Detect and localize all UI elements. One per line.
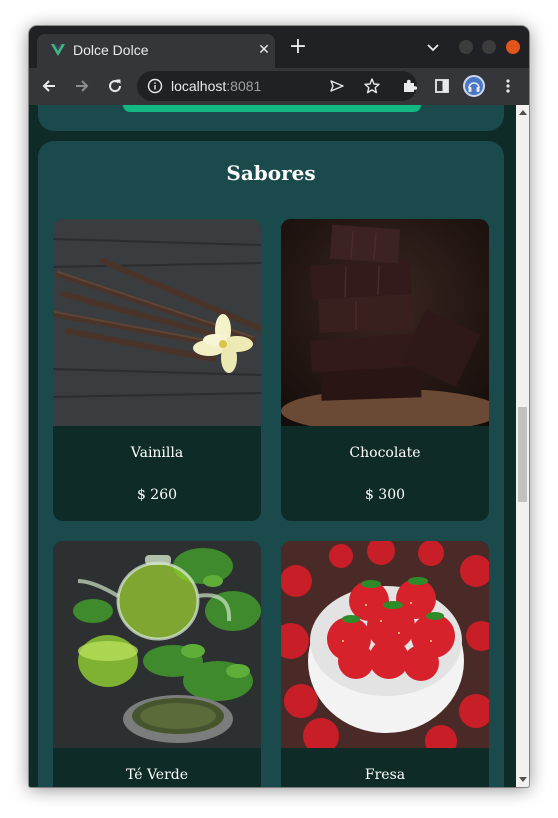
maximize-button[interactable] [482, 40, 496, 54]
section-title: Sabores [226, 161, 316, 185]
tab-title: Dolce Dolce [73, 42, 149, 58]
flavor-name: Chocolate [349, 445, 421, 461]
vertical-scrollbar[interactable] [516, 105, 529, 787]
previous-section [38, 105, 504, 131]
url-host: localhost [171, 78, 227, 94]
strawberry-image [281, 541, 489, 748]
tab-dolce-dolce[interactable]: Dolce Dolce ✕ [37, 34, 275, 68]
forward-arrow-icon[interactable] [73, 77, 91, 95]
flavor-price: $ 300 [364, 487, 406, 503]
flavor-name: Té Verde [125, 767, 189, 783]
vue-icon [51, 44, 65, 56]
flavor-name: Fresa [364, 767, 406, 783]
minimize-button[interactable] [459, 40, 473, 54]
previous-section-button[interactable] [123, 105, 421, 112]
bookmark-star-icon[interactable] [363, 77, 381, 95]
chevron-down-icon[interactable] [425, 39, 441, 55]
flavor-card-chocolate[interactable]: Chocolate $ 300 [281, 219, 489, 521]
chocolate-image [281, 219, 489, 426]
scroll-thumb[interactable] [518, 407, 527, 502]
send-icon[interactable] [329, 78, 345, 94]
back-arrow-icon[interactable] [40, 77, 58, 95]
flavor-name: Vainilla [130, 445, 184, 461]
url-port: :8081 [226, 78, 262, 94]
info-icon[interactable] [147, 78, 163, 94]
reload-icon[interactable] [106, 77, 124, 95]
profile-avatar[interactable] [463, 75, 485, 97]
flavor-card-te-verde[interactable]: Té Verde [53, 541, 261, 787]
flavor-card-fresa[interactable]: Fresa [281, 541, 489, 787]
close-window-button[interactable] [506, 40, 520, 54]
page-viewport: Sabores Vainilla $ 260 Chocolate $ 300 T… [29, 105, 516, 787]
tab-strip: Dolce Dolce ✕ + [29, 26, 529, 68]
new-tab-button[interactable]: + [287, 36, 309, 58]
profile-headphones-icon [468, 82, 480, 92]
vanilla-image [53, 219, 261, 426]
flavors-section: Sabores Vainilla $ 260 Chocolate $ 300 T… [38, 141, 504, 787]
flavor-price: $ 260 [136, 487, 178, 503]
scroll-up-arrow-icon[interactable] [519, 110, 527, 115]
side-panel-icon[interactable] [433, 77, 451, 95]
flavor-card-vainilla[interactable]: Vainilla $ 260 [53, 219, 261, 521]
extensions-puzzle-icon[interactable] [401, 77, 419, 95]
tab-close-icon[interactable]: ✕ [254, 40, 274, 60]
more-menu-icon[interactable] [499, 77, 517, 95]
scroll-down-arrow-icon[interactable] [519, 777, 527, 782]
browser-window: Dolce Dolce ✕ + localhost:8081 Sabores V… [29, 26, 529, 787]
address-bar[interactable]: localhost:8081 [137, 71, 417, 101]
url-text[interactable]: localhost:8081 [171, 78, 261, 94]
green-tea-image [53, 541, 261, 748]
browser-toolbar: localhost:8081 [29, 68, 529, 105]
